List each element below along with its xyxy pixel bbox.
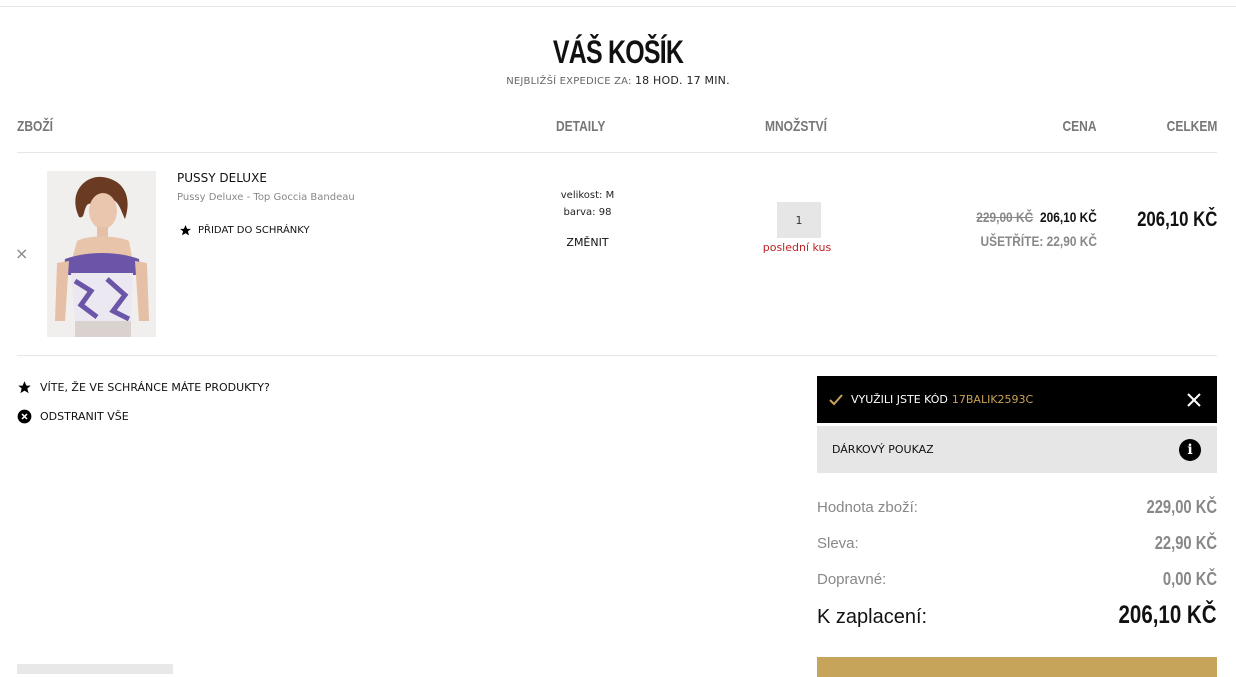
remove-circle-icon [17,409,32,424]
item-color: barva: 98 [563,207,612,218]
checkout-button[interactable] [817,657,1217,677]
item-divider [17,355,1217,356]
gift-voucher-bar[interactable]: DÁRKOVÝ POUKAZ i [817,426,1217,473]
applied-code-value: 17BALIK2593C [951,393,1034,406]
shipping-label: Dopravné: [817,571,887,588]
continue-shopping-button[interactable] [17,664,173,674]
dispatch-countdown: NEJBLIŽŠÍ EXPEDICE ZA: 18 HOD. 17 MIN. [0,74,1236,87]
amount-due-value: 206,10 KČ [1118,601,1217,629]
discount-value: 22,90 KČ [1154,533,1217,553]
product-name[interactable]: PUSSY DELUXE [177,171,267,185]
column-header-product: ZBOŽÍ [17,118,53,135]
item-details: velikost: M barva: 98 [540,187,635,221]
page-title: VÁŠ KOŠÍK [552,34,684,70]
column-header-quantity: MNOŽSTVÍ [765,118,827,135]
remove-all-label: ODSTRANIT VŠE [40,410,129,423]
column-header-details: DETAILY [556,118,606,135]
remove-all-button[interactable]: ODSTRANIT VŠE [17,409,129,424]
column-header-total: CELKEM [1166,118,1217,135]
wishlist-notice-label: VÍTE, ŽE VE SCHRÁNCE MÁTE PRODUKTY? [40,381,270,394]
product-description: Pussy Deluxe - Top Goccia Bandeau [177,192,355,203]
discount-label: Sleva: [817,535,859,552]
add-to-wishlist-button[interactable]: PŘIDAT DO SCHRÁNKY [179,224,310,237]
close-icon[interactable] [1187,393,1201,407]
remove-item-icon[interactable]: × [15,244,28,263]
applied-code-bar: VYUŽILI JSTE KÓD 17BALIK2593C [817,376,1217,423]
wishlist-notice-link[interactable]: VÍTE, ŽE VE SCHRÁNCE MÁTE PRODUKTY? [17,380,270,395]
goods-value-label: Hodnota zboží: [817,499,918,516]
item-size: velikost: M [560,190,615,201]
applied-code-label: VYUŽILI JSTE KÓD [851,393,948,406]
star-icon [18,381,31,394]
info-icon[interactable]: i [1179,439,1201,461]
shipping-value: 0,00 KČ [1162,569,1217,589]
dispatch-time: 18 HOD. 17 MIN. [634,74,730,87]
product-image[interactable] [47,171,156,337]
goods-value: 229,00 KČ [1146,497,1217,517]
old-price: 229,00 KČ [976,209,1034,225]
price-line: 229,00 KČ 206,10 KČ [976,209,1097,225]
current-price: 206,10 KČ [1040,209,1097,225]
amount-due-label: K zaplacení: [817,606,928,628]
header-divider [17,152,1217,153]
top-divider [0,6,1236,7]
quantity-input[interactable] [777,202,821,238]
dispatch-label: NEJBLIŽŠÍ EXPEDICE ZA: [506,76,632,87]
star-icon [180,225,191,236]
savings-text: UŠETŘÍTE: 22,90 KČ [980,233,1097,249]
item-total: 206,10 KČ [1136,208,1217,231]
column-header-price: CENA [1062,118,1097,135]
gift-voucher-label: DÁRKOVÝ POUKAZ [832,443,934,456]
stock-note: poslední kus [762,241,832,254]
add-to-wishlist-label: PŘIDAT DO SCHRÁNKY [198,225,310,236]
change-variant-link[interactable]: ZMĚNIT [540,236,635,249]
check-icon [829,393,843,405]
